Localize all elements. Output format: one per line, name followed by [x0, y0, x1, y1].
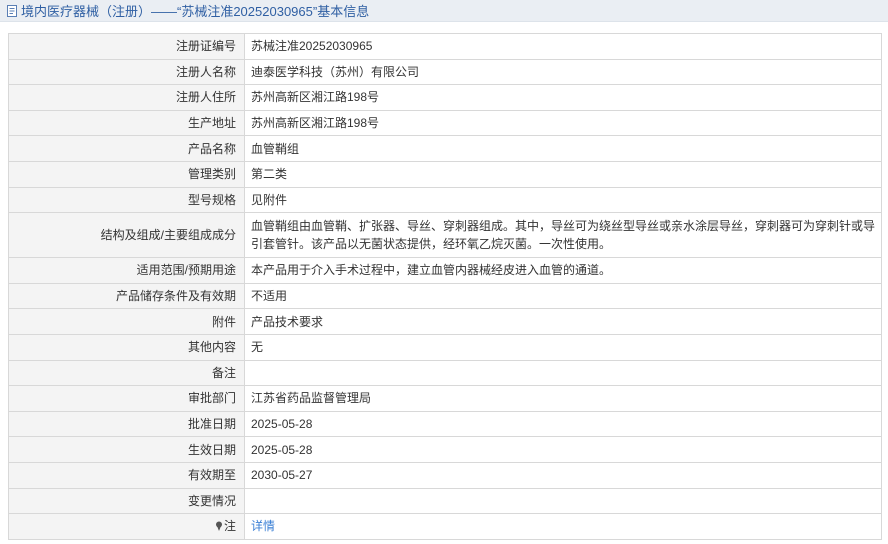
- field-label: 适用范围/预期用途: [8, 257, 245, 284]
- field-value: 不适用: [244, 282, 882, 310]
- table-row: 有效期至 2030-05-27: [8, 461, 882, 489]
- table-row: 审批部门 江苏省药品监督管理局: [8, 385, 882, 412]
- field-label: 管理类别: [8, 160, 245, 188]
- field-value: 苏州高新区湘江路198号: [244, 84, 882, 111]
- field-value: 血管鞘组: [244, 135, 882, 162]
- field-value: 见附件: [244, 186, 882, 214]
- info-table: 注册证编号 苏械注准20252030965 注册人名称 迪泰医学科技（苏州）有限公司注…: [8, 33, 882, 540]
- info-table-container: 注册证编号 苏械注准20252030965 注册人名称 迪泰医学科技（苏州）有限公司注…: [8, 33, 882, 540]
- field-value: 本产品用于介入手术过程中，建立血管内器械经皮进入血管的通道。: [244, 257, 882, 284]
- field-value: [244, 487, 882, 515]
- field-label: 备注: [8, 359, 245, 387]
- table-row: 生产地址 苏州高新区湘江路198号: [8, 109, 882, 137]
- field-label: 结构及组成/主要组成成分: [8, 212, 245, 259]
- field-label: 生效日期: [8, 436, 245, 463]
- field-value: 江苏省药品监督管理局: [244, 385, 882, 412]
- table-row: 适用范围/预期用途 本产品用于介入手术过程中，建立血管内器械经皮进入血管的通道。: [8, 257, 882, 284]
- table-row: 其他内容无: [8, 333, 882, 361]
- field-label: 附件: [8, 308, 245, 335]
- table-row: 生效日期 2025-05-28: [8, 436, 882, 463]
- page-title: 境内医疗器械（注册）——“苏械注准20252030965”基本信息: [21, 4, 370, 19]
- note-label: 注: [223, 519, 236, 534]
- field-label: 批准日期: [8, 410, 245, 438]
- table-row: 型号规格 见附件: [8, 186, 882, 214]
- field-value: 迪泰医学科技（苏州）有限公司: [244, 58, 882, 86]
- note-value-cell: 详情: [244, 513, 882, 540]
- note-label-cell: 注: [8, 513, 245, 540]
- table-row: 附件 产品技术要求: [8, 308, 882, 335]
- field-label: 注册证编号: [8, 33, 245, 60]
- table-row: 产品名称 血管鞘组: [8, 135, 882, 162]
- pin-icon: [215, 518, 223, 532]
- field-value: 苏械注准20252030965: [244, 33, 882, 60]
- document-icon: [6, 4, 18, 17]
- field-label: 注册人住所: [8, 84, 245, 111]
- field-label: 其他内容: [8, 333, 245, 361]
- field-value: 2025-05-28: [244, 410, 882, 438]
- details-link[interactable]: 详情: [251, 519, 275, 533]
- table-row-note: 注 详情: [8, 513, 882, 540]
- table-row: 管理类别 第二类: [8, 160, 882, 188]
- field-value: 第二类: [244, 160, 882, 188]
- field-label: 产品储存条件及有效期: [8, 282, 245, 310]
- field-label: 变更情况: [8, 487, 245, 515]
- field-value: 产品技术要求: [244, 308, 882, 335]
- table-row: 结构及组成/主要组成成分 血管鞘组由血管鞘、扩张器、导丝、穿刺器组成。其中，导丝可…: [8, 212, 882, 259]
- field-value: 血管鞘组由血管鞘、扩张器、导丝、穿刺器组成。其中，导丝可为绕丝型导丝或亲水涂层导…: [244, 212, 882, 259]
- field-value: [244, 359, 882, 387]
- field-label: 产品名称: [8, 135, 245, 162]
- field-value: 2030-05-27: [244, 461, 882, 489]
- table-row: 批准日期 2025-05-28: [8, 410, 882, 438]
- field-value: 2025-05-28: [244, 436, 882, 463]
- table-row: 注册人名称 迪泰医学科技（苏州）有限公司: [8, 58, 882, 86]
- field-label: 审批部门: [8, 385, 245, 412]
- field-label: 有效期至: [8, 461, 245, 489]
- page-header: 境内医疗器械（注册）——“苏械注准20252030965”基本信息: [0, 0, 888, 22]
- field-value: 苏州高新区湘江路198号: [244, 109, 882, 137]
- field-label: 注册人名称: [8, 58, 245, 86]
- field-label: 生产地址: [8, 109, 245, 137]
- table-row: 变更情况: [8, 487, 882, 515]
- info-table-body: 注册证编号 苏械注准20252030965 注册人名称 迪泰医学科技（苏州）有限公司注…: [8, 33, 882, 540]
- table-row: 注册证编号 苏械注准20252030965: [8, 33, 882, 60]
- table-row: 产品储存条件及有效期 不适用: [8, 282, 882, 310]
- table-row: 注册人住所 苏州高新区湘江路198号: [8, 84, 882, 111]
- field-value: 无: [244, 333, 882, 361]
- field-label: 型号规格: [8, 186, 245, 214]
- table-row: 备注: [8, 359, 882, 387]
